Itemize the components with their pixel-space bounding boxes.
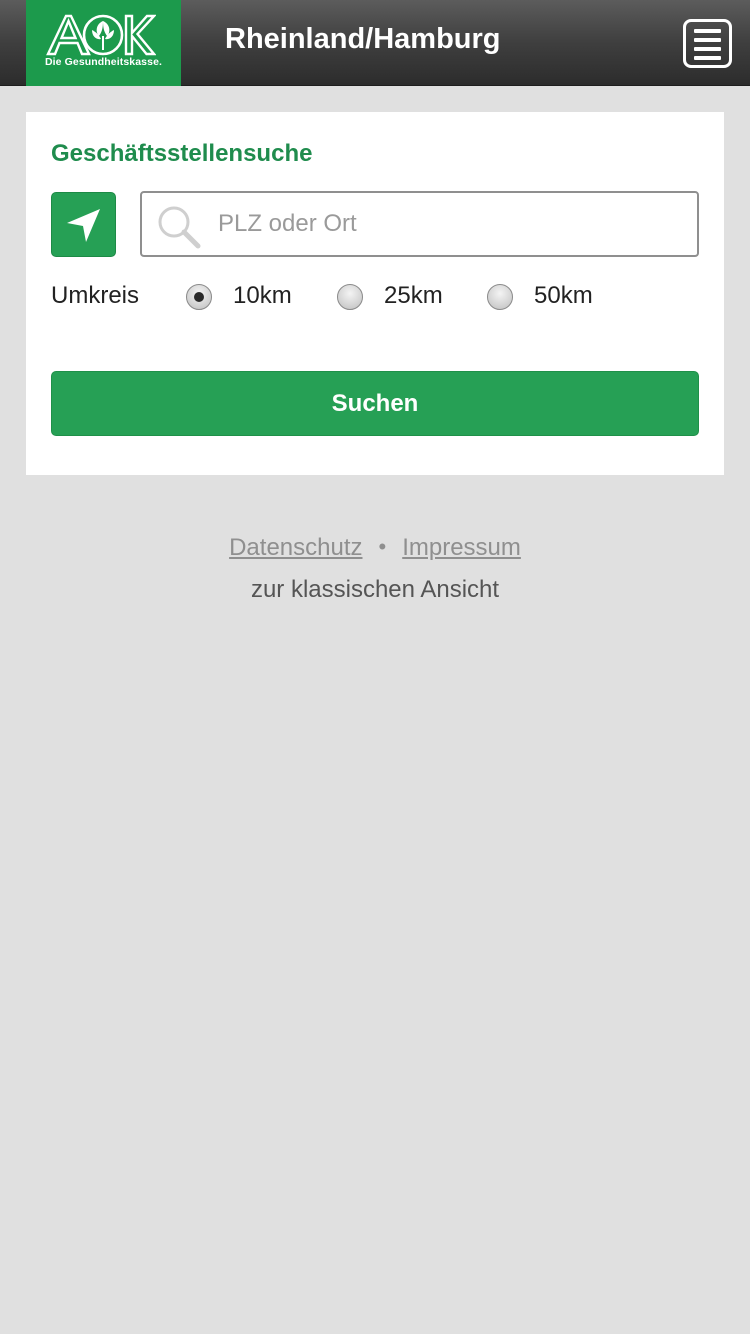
search-title: Geschäftsstellensuche: [51, 140, 313, 167]
radius-option-label: 50km: [534, 282, 593, 309]
privacy-link[interactable]: Datenschutz: [229, 534, 362, 561]
radio-button[interactable]: [337, 284, 363, 310]
location-arrow-icon: [67, 209, 100, 242]
classic-view-link[interactable]: zur klassischen Ansicht: [0, 576, 750, 604]
app-header: Die Gesundheitskasse. Rheinland/Hamburg: [0, 0, 750, 86]
radio-selected-dot: [194, 292, 204, 302]
radio-button[interactable]: [186, 284, 212, 310]
search-submit-button[interactable]: Suchen: [51, 371, 699, 436]
search-input[interactable]: [218, 201, 688, 247]
radius-option-label: 25km: [384, 282, 443, 309]
aok-logo-icon: [46, 14, 156, 56]
radius-option-label: 10km: [233, 282, 292, 309]
search-icon: [158, 206, 201, 249]
radius-label: Umkreis: [51, 282, 139, 309]
footer-separator: •: [378, 534, 387, 559]
aok-logo[interactable]: Die Gesundheitskasse.: [26, 0, 181, 86]
locate-me-button[interactable]: [51, 192, 116, 257]
logo-tagline: Die Gesundheitskasse.: [44, 56, 163, 68]
search-field[interactable]: [140, 191, 699, 257]
radio-button[interactable]: [487, 284, 513, 310]
branch-search-card: Geschäftsstellensuche Umkreis 10km 25km …: [26, 112, 724, 475]
menu-button[interactable]: [683, 19, 732, 68]
imprint-link[interactable]: Impressum: [402, 534, 521, 561]
page-title: Rheinland/Hamburg: [225, 23, 501, 55]
radius-selector: Umkreis 10km 25km 50km: [51, 282, 691, 312]
footer-links: Datenschutz • Impressum: [0, 534, 750, 562]
